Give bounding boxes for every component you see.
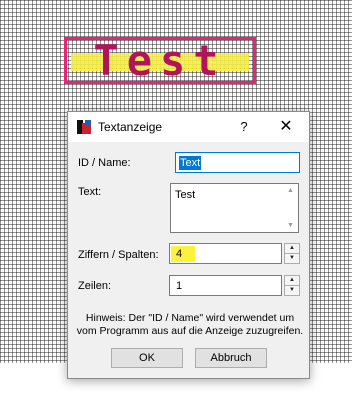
id-name-input[interactable]: Text [175, 152, 300, 173]
zeilen-spinner[interactable]: ▲ ▼ [284, 275, 300, 296]
ok-button[interactable]: OK [111, 348, 183, 368]
display-text: Test [93, 35, 227, 85]
zeilen-value: 1 [176, 280, 183, 292]
value-highlight [171, 246, 195, 262]
id-name-label: ID / Name: [78, 157, 131, 169]
hint-text: Hinweis: Der "ID / Name" wird verwendet … [76, 312, 304, 337]
ziffern-spalten-value: 4 [176, 248, 183, 260]
text-display-widget[interactable]: Test [64, 37, 256, 84]
scroll-down-icon[interactable]: ▼ [287, 222, 294, 229]
text-value: Test [175, 189, 196, 201]
zeilen-label: Zeilen: [78, 280, 112, 292]
scroll-up-icon[interactable]: ▲ [287, 187, 294, 194]
zeilen-input[interactable]: 1 [169, 275, 282, 296]
cancel-button[interactable]: Abbruch [195, 348, 267, 368]
help-button[interactable]: ? [233, 116, 255, 138]
app-icon [77, 120, 91, 134]
text-textarea[interactable]: Test ▲ ▼ [170, 183, 299, 233]
close-icon[interactable]: ✕ [271, 116, 301, 138]
spin-down-icon[interactable]: ▼ [284, 285, 300, 296]
id-name-value: Text [179, 156, 202, 170]
text-label: Text: [78, 186, 102, 198]
title-bar[interactable]: Textanzeige ? ✕ [68, 112, 309, 142]
ziffern-spalten-label: Ziffern / Spalten: [78, 249, 159, 261]
ziffern-spalten-input[interactable]: 4 [169, 243, 282, 264]
textanzeige-dialog: Textanzeige ? ✕ ID / Name: Text Text: Te… [67, 111, 310, 379]
textarea-scrollbar[interactable]: ▲ ▼ [284, 184, 298, 232]
dialog-title: Textanzeige [98, 120, 163, 134]
ziffern-spinner[interactable]: ▲ ▼ [284, 243, 300, 264]
spin-down-icon[interactable]: ▼ [284, 253, 300, 264]
